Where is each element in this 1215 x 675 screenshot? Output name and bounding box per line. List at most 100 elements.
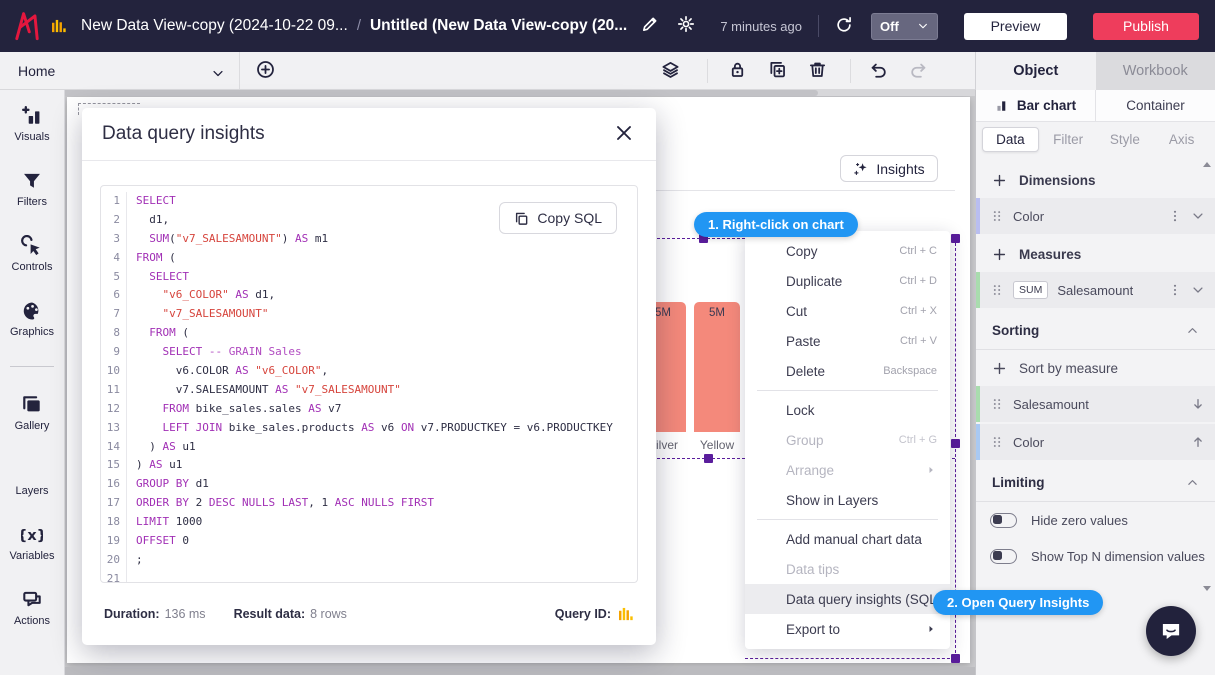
autosave-value: Off [880, 19, 899, 34]
selection-handle[interactable] [704, 454, 713, 463]
drag-handle-icon[interactable] [990, 397, 1004, 411]
menu-item-label: Paste [786, 334, 821, 349]
info-icon [758, 591, 774, 607]
preview-button[interactable]: Preview [964, 13, 1067, 40]
sidebar-item-filters[interactable]: Filters [0, 169, 64, 208]
menu-item-export-to[interactable]: Export to [745, 614, 950, 644]
submenu-caret-icon [925, 623, 937, 635]
publish-button[interactable]: Publish [1093, 13, 1199, 40]
toggle-switch-show-top-n-dimension-values[interactable] [990, 549, 1017, 564]
duration-value: 136 ms [165, 607, 206, 621]
lock-button[interactable] [728, 60, 750, 82]
tab-filter[interactable]: Filter [1041, 127, 1096, 152]
duplicate-button[interactable] [768, 60, 790, 82]
menu-item-cut[interactable]: CutCtrl + X [745, 296, 950, 326]
horizontal-scrollbar[interactable] [0, 90, 975, 96]
settings-gear-icon[interactable] [677, 15, 699, 37]
sidebar-item-graphics[interactable]: Graphics [0, 299, 64, 338]
tab-data[interactable]: Data [982, 127, 1039, 152]
menu-item-duplicate[interactable]: DuplicateCtrl + D [745, 266, 950, 296]
menu-item-copy[interactable]: CopyCtrl + C [745, 236, 950, 266]
add-sort-by-measure-button[interactable]: Sort by measure [976, 350, 1215, 386]
tab-style[interactable]: Style [1098, 127, 1153, 152]
toggle-switch-hide-zero-values[interactable] [990, 513, 1017, 528]
component-tab-bar-chart[interactable]: Bar chart [976, 90, 1095, 121]
component-tab-container[interactable]: Container [1095, 90, 1215, 121]
scrollbar-thumb[interactable] [48, 90, 818, 96]
sidebar-item-gallery[interactable]: Gallery [0, 393, 64, 432]
canvas-bottom-scrollbar[interactable] [65, 667, 975, 675]
toggle-row-show-top-n-dimension-values: Show Top N dimension values [976, 538, 1215, 574]
add-measure-button[interactable]: Measures [976, 236, 1215, 272]
menu-item-group: GroupCtrl + G [745, 425, 950, 455]
refresh-icon[interactable] [835, 16, 855, 36]
layer-order-button[interactable] [661, 60, 683, 82]
sidebar-item-label: Actions [14, 615, 50, 627]
scroll-up-arrow[interactable] [1203, 162, 1211, 167]
selection-handle[interactable] [951, 439, 960, 448]
measure-row-salesamount[interactable]: SUMSalesamount [976, 272, 1215, 308]
section-add-label: Dimensions [1019, 173, 1096, 188]
menu-item-shortcut: Ctrl + G [899, 434, 937, 446]
breadcrumb-workbook[interactable]: Untitled (New Data View-copy (20... [370, 17, 627, 34]
scroll-down-arrow[interactable] [1203, 586, 1211, 591]
insights-button[interactable]: Insights [840, 155, 938, 182]
close-icon[interactable] [614, 123, 636, 145]
menu-item-shortcut: Ctrl + D [899, 275, 937, 287]
add-dimension-button[interactable]: Dimensions [976, 162, 1215, 198]
menu-item-label: Data tips [786, 562, 839, 577]
sidebar-item-visuals[interactable]: Visuals [0, 104, 64, 143]
add-element-button[interactable] [256, 60, 278, 82]
selection-handle[interactable] [951, 654, 960, 663]
chevron-down-icon[interactable] [1191, 209, 1205, 223]
tab-object[interactable]: Object [976, 52, 1096, 90]
component-tab-label: Bar chart [1017, 98, 1076, 113]
bar-value-label: 5M [694, 307, 740, 319]
breadcrumb-dataset[interactable]: New Data View-copy (2024-10-22 09... [81, 17, 348, 34]
section-add-label: Sort by measure [1019, 361, 1118, 376]
menu-item-data-query-insights-sql[interactable]: Data query insights (SQL) [745, 584, 950, 614]
menu-item-paste[interactable]: PasteCtrl + V [745, 326, 950, 356]
drag-handle-icon[interactable] [990, 435, 1004, 449]
top-bar: New Data View-copy (2024-10-22 09.../Unt… [0, 0, 1215, 52]
undo-button[interactable] [869, 60, 891, 82]
arrow-up-icon[interactable] [1191, 435, 1205, 449]
brand-logo-icon [10, 9, 44, 43]
sidebar-item-layers[interactable]: Layers [0, 458, 64, 497]
line-number: 9 [101, 343, 127, 362]
kebab-icon[interactable] [1168, 209, 1182, 223]
chart-bar-yellow[interactable]: 5MYellow [694, 302, 740, 432]
menu-item-show-in-layers[interactable]: Show in Layers [745, 485, 950, 515]
help-chat-button[interactable] [1146, 606, 1196, 656]
selection-handle[interactable] [951, 234, 960, 243]
drag-handle-icon[interactable] [990, 283, 1004, 297]
collapse-chevron-icon[interactable] [1186, 476, 1199, 489]
menu-item-add-manual-chart-data[interactable]: Add manual chart data [745, 524, 950, 554]
code-line: 5 SELECT [101, 268, 637, 287]
query-id-flame-icon [619, 605, 634, 624]
aggregation-chip[interactable]: SUM [1013, 281, 1048, 299]
page-selector-dropdown[interactable]: Home [0, 52, 240, 89]
autosave-dropdown[interactable]: Off [871, 13, 938, 40]
modal-footer: Duration: 136 ms Result data: 8 rows Que… [82, 583, 656, 645]
kebab-icon[interactable] [1168, 283, 1182, 297]
sort-row-color[interactable]: Color [976, 424, 1215, 460]
arrow-down-icon[interactable] [1191, 397, 1205, 411]
tab-workbook[interactable]: Workbook [1096, 52, 1215, 90]
menu-item-lock[interactable]: Lock [745, 395, 950, 425]
delete-button[interactable] [808, 60, 830, 82]
chevron-down-icon[interactable] [1191, 283, 1205, 297]
rename-pencil-icon[interactable] [641, 15, 663, 37]
copy-sql-label: Copy SQL [537, 210, 602, 226]
sidebar-item-controls[interactable]: Controls [0, 234, 64, 273]
sidebar-item-actions[interactable]: Actions [0, 588, 64, 627]
line-number: 15 [101, 456, 127, 475]
sort-row-salesamount[interactable]: Salesamount [976, 386, 1215, 422]
collapse-chevron-icon[interactable] [1186, 324, 1199, 337]
drag-handle-icon[interactable] [990, 209, 1004, 223]
tab-axis[interactable]: Axis [1154, 127, 1209, 152]
menu-item-delete[interactable]: DeleteBackspace [745, 356, 950, 386]
sidebar-item-variables[interactable]: {x}Variables [0, 523, 64, 562]
copy-sql-button[interactable]: Copy SQL [499, 202, 617, 234]
dimension-row-color[interactable]: Color [976, 198, 1215, 234]
